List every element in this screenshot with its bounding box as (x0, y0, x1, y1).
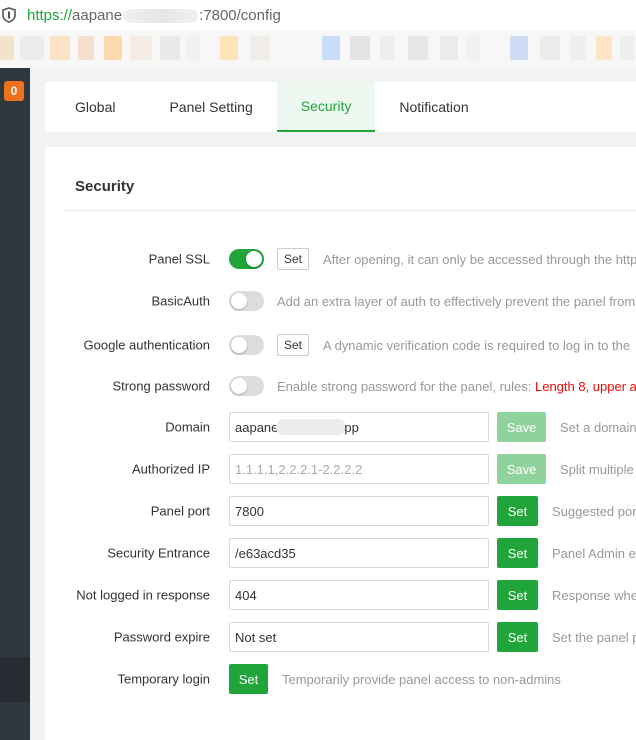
basic-auth-description: Add an extra layer of auth to effectivel… (277, 293, 636, 309)
settings-tabs: Global Panel Setting Security Notificati… (45, 82, 636, 132)
row-google-auth: Google authentication Set A dynamic veri… (45, 329, 636, 361)
strong-password-toggle[interactable] (229, 376, 264, 396)
domain-value-suffix: pp (344, 419, 359, 435)
basic-auth-label: BasicAuth (151, 293, 210, 309)
basic-auth-toggle[interactable] (229, 291, 264, 311)
strong-password-desc-text: Enable strong password for the panel, ru… (277, 378, 535, 394)
row-password-expire: Password expire Not set Set Set the pane… (45, 621, 636, 653)
authorized-ip-save-button[interactable]: Save (497, 454, 546, 484)
row-security-entrance: Security Entrance /e63acd35 Set Panel Ad… (45, 537, 636, 569)
tab-notification[interactable]: Notification (375, 82, 492, 132)
google-auth-toggle[interactable] (229, 335, 264, 355)
tab-global[interactable]: Global (45, 82, 145, 132)
google-auth-description: A dynamic verification code is required … (323, 337, 631, 353)
not-logged-response-input[interactable]: 404 (229, 580, 489, 610)
row-domain: Domain aapane pp Save Set a domain (45, 411, 636, 443)
url-protocol: https:// (27, 6, 73, 24)
panel-ssl-description: After opening, it can only be accessed t… (323, 251, 636, 267)
security-entrance-description: Panel Admin er (552, 545, 636, 561)
notification-badge[interactable]: 0 (4, 81, 24, 101)
password-expire-description: Set the panel p (552, 629, 636, 645)
tab-panel-setting[interactable]: Panel Setting (145, 82, 276, 132)
tab-security[interactable]: Security (276, 82, 376, 132)
google-auth-set-button[interactable]: Set (277, 334, 310, 356)
strong-password-description: Enable strong password for the panel, ru… (277, 379, 636, 394)
security-card: Security Panel SSL Set After opening, it… (45, 147, 636, 740)
domain-redacted (276, 419, 347, 435)
browser-address-bar[interactable]: https://aapane :7800/config (0, 0, 636, 30)
domain-input[interactable]: aapane pp (229, 412, 489, 442)
url-host-prefix: aapane (72, 6, 123, 24)
panel-port-input[interactable]: 7800 (229, 496, 489, 526)
sidebar-active-item[interactable] (0, 657, 30, 702)
domain-description: Set a domain (560, 419, 636, 435)
bookmarks-bar-blurred (0, 30, 636, 68)
row-basic-auth: BasicAuth Add an extra layer of auth to … (45, 285, 636, 317)
not-logged-response-set-button[interactable]: Set (497, 580, 538, 610)
authorized-ip-input[interactable]: 1.1.1.1,2.2.2.1-2.2.2.2 (229, 454, 489, 484)
google-auth-label: Google authentication (83, 337, 210, 353)
url-text[interactable]: https://aapane :7800/config (27, 7, 281, 24)
row-authorized-ip: Authorized IP 1.1.1.1,2.2.2.1-2.2.2.2 Sa… (45, 453, 636, 485)
row-strong-password: Strong password Enable strong password f… (45, 370, 636, 402)
strong-password-label: Strong password (112, 378, 210, 394)
security-entrance-set-button[interactable]: Set (497, 538, 538, 568)
panel-port-set-button[interactable]: Set (497, 496, 538, 526)
security-entrance-input[interactable]: /e63acd35 (229, 538, 489, 568)
panel-ssl-toggle[interactable] (229, 249, 264, 269)
not-logged-response-label: Not logged in response (76, 587, 210, 603)
temporary-login-label: Temporary login (117, 671, 211, 687)
section-divider (65, 210, 636, 211)
panel-port-label: Panel port (150, 503, 210, 519)
authorized-ip-description: Split multiple (560, 461, 634, 477)
panel-ssl-set-button[interactable]: Set (277, 248, 310, 270)
url-redacted (123, 8, 199, 23)
left-sidebar: 0 (0, 68, 30, 740)
row-temporary-login: Temporary login Set Temporarily provide … (45, 663, 636, 695)
panel-port-description: Suggested por (552, 503, 636, 519)
strong-password-rules: Length 8, upper an (534, 378, 636, 394)
section-title: Security (75, 178, 135, 195)
not-logged-response-description: Response wher (552, 587, 636, 603)
panel-ssl-label: Panel SSL (148, 251, 210, 267)
shield-icon[interactable] (0, 6, 18, 24)
domain-label: Domain (165, 419, 210, 435)
password-expire-label: Password expire (113, 629, 210, 645)
authorized-ip-label: Authorized IP (131, 461, 210, 477)
row-panel-ssl: Panel SSL Set After opening, it can only… (45, 243, 636, 275)
temporary-login-set-button[interactable]: Set (229, 664, 268, 694)
row-panel-port: Panel port 7800 Set Suggested por (45, 495, 636, 527)
temporary-login-description: Temporarily provide panel access to non-… (282, 671, 561, 687)
domain-value-prefix: aapane (235, 419, 279, 435)
password-expire-set-button[interactable]: Set (497, 622, 538, 652)
password-expire-input[interactable]: Not set (229, 622, 489, 652)
security-entrance-label: Security Entrance (107, 545, 210, 561)
url-host-suffix: :7800/config (199, 6, 281, 24)
domain-save-button[interactable]: Save (497, 412, 546, 442)
row-not-logged-response: Not logged in response 404 Set Response … (45, 579, 636, 611)
